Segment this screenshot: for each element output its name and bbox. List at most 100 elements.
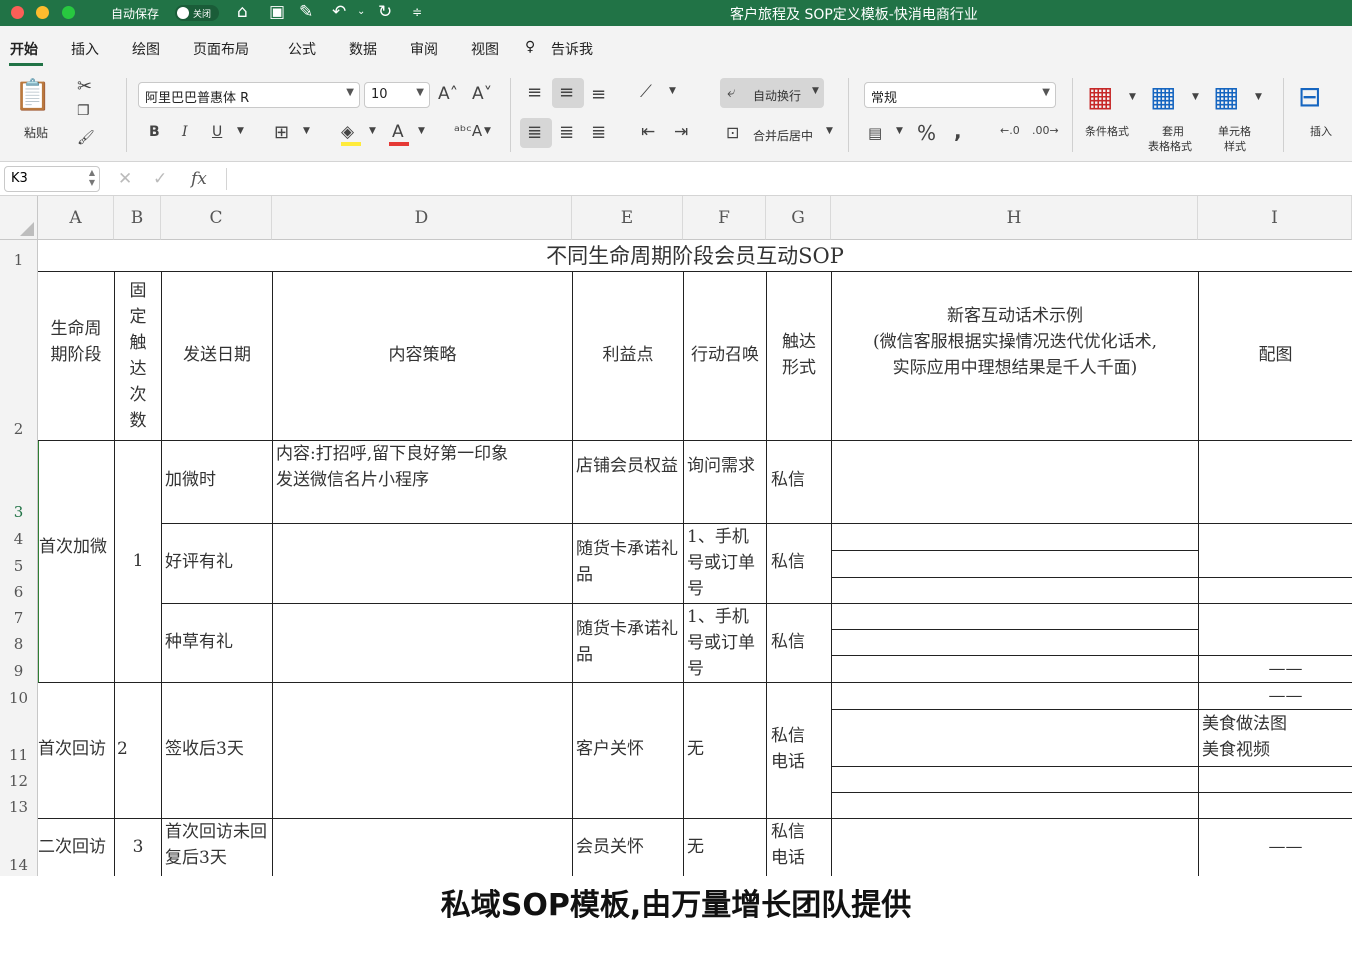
- insert-cells-icon[interactable]: ⊟: [1298, 80, 1321, 113]
- content-cell[interactable]: [273, 683, 573, 819]
- image-cell[interactable]: [1199, 441, 1352, 524]
- name-box[interactable]: K3 ▲ ▼: [4, 166, 100, 192]
- font-name-select[interactable]: 阿里巴巴普惠体 R ▼: [138, 82, 360, 108]
- sheet-title[interactable]: 不同生命周期阶段会员互动SOP: [38, 240, 1352, 272]
- tab-view[interactable]: 视图: [471, 39, 499, 59]
- row-header-6[interactable]: 6: [0, 577, 38, 603]
- spreadsheet-grid[interactable]: A B C D E F G H I 1 2 3 4 5 6 7 8 9 10 1…: [0, 196, 1352, 876]
- cut-icon[interactable]: ✂: [77, 76, 92, 97]
- decrease-font-icon[interactable]: A˅: [472, 84, 492, 104]
- increase-indent-icon[interactable]: ⇥: [674, 122, 688, 142]
- image-cell[interactable]: [1199, 578, 1352, 604]
- content-cell[interactable]: 内容:打招呼,留下良好第一印象 发送微信名片小程序: [273, 441, 573, 524]
- channel-cell[interactable]: 私信 电话: [767, 819, 832, 876]
- format-as-table-label-1[interactable]: 套用: [1162, 123, 1184, 139]
- chevron-down-icon[interactable]: ▼: [1255, 92, 1262, 102]
- align-center-icon[interactable]: ≣: [559, 122, 574, 143]
- chevron-down-icon[interactable]: ▼: [812, 86, 819, 96]
- close-window-button[interactable]: [11, 6, 24, 19]
- header-stage[interactable]: 生命周期阶段: [38, 272, 115, 441]
- stage-second-revisit[interactable]: 二次回访: [38, 819, 115, 876]
- row-header-9[interactable]: 9: [0, 655, 38, 682]
- format-as-table-label-2[interactable]: 表格格式: [1148, 138, 1192, 154]
- conditional-format-icon[interactable]: ▦: [1087, 80, 1113, 113]
- number-format-select[interactable]: 常规 ▼: [864, 82, 1056, 108]
- channel-cell[interactable]: 私信: [767, 441, 832, 524]
- benefit-cell[interactable]: 店铺会员权益: [573, 441, 684, 524]
- edit-icon[interactable]: ✎: [299, 2, 313, 22]
- image-cell[interactable]: ——: [1199, 656, 1352, 683]
- align-middle-icon[interactable]: ≡: [559, 82, 574, 103]
- cta-cell[interactable]: 无: [684, 683, 767, 819]
- align-right-icon[interactable]: ≣: [591, 122, 606, 143]
- copy-icon[interactable]: ❐: [77, 103, 90, 119]
- column-header-g[interactable]: G: [766, 196, 831, 240]
- row-header-14[interactable]: 14: [0, 818, 38, 876]
- column-header-d[interactable]: D: [272, 196, 572, 240]
- header-content[interactable]: 内容策略: [273, 272, 573, 441]
- date-cell[interactable]: 加微时: [162, 441, 273, 524]
- count-first-revisit[interactable]: 2: [115, 683, 162, 819]
- benefit-cell[interactable]: 客户关怀: [573, 683, 684, 819]
- tab-data[interactable]: 数据: [349, 39, 377, 59]
- cta-cell[interactable]: 1、手机号或订单号: [684, 604, 767, 683]
- chevron-down-icon[interactable]: ▼: [669, 86, 676, 96]
- stage-first-revisit[interactable]: 首次回访: [38, 683, 115, 819]
- bold-button[interactable]: B: [149, 124, 160, 140]
- row-header-8[interactable]: 8: [0, 629, 38, 655]
- row-header-7[interactable]: 7: [0, 603, 38, 629]
- insert-cells-label[interactable]: 插入: [1310, 123, 1332, 139]
- chevron-down-icon[interactable]: ▼: [1129, 92, 1136, 102]
- font-size-select[interactable]: 10 ▼: [364, 82, 430, 108]
- column-header-f[interactable]: F: [683, 196, 766, 240]
- image-cell[interactable]: [1199, 793, 1352, 819]
- tab-draw[interactable]: 绘图: [132, 39, 160, 59]
- script-cell[interactable]: [832, 578, 1199, 604]
- date-cell[interactable]: 签收后3天: [162, 683, 273, 819]
- count-first-add[interactable]: 1: [115, 441, 162, 683]
- row-header-4[interactable]: 4: [0, 523, 38, 550]
- decrease-decimal-icon[interactable]: .00→: [1032, 124, 1059, 137]
- chevron-down-icon[interactable]: ▼: [303, 126, 310, 136]
- column-header-e[interactable]: E: [572, 196, 683, 240]
- header-image[interactable]: 配图: [1199, 272, 1352, 441]
- image-cell[interactable]: [1199, 524, 1352, 578]
- cta-cell[interactable]: 询问需求: [684, 441, 767, 524]
- undo-dropdown-icon[interactable]: ⌄: [357, 2, 365, 22]
- select-all-button[interactable]: [0, 196, 38, 240]
- row-header-2[interactable]: 2: [0, 271, 38, 440]
- column-header-i[interactable]: I: [1198, 196, 1352, 240]
- italic-button[interactable]: I: [182, 124, 188, 140]
- confirm-entry-icon[interactable]: ✓: [153, 169, 167, 189]
- merge-center-icon[interactable]: ⊡: [726, 123, 739, 142]
- script-cell[interactable]: [832, 524, 1199, 551]
- tab-review[interactable]: 审阅: [410, 39, 438, 59]
- increase-decimal-icon[interactable]: ←.0: [1000, 124, 1020, 137]
- script-cell[interactable]: [832, 767, 1199, 793]
- benefit-cell[interactable]: 会员关怀: [573, 819, 684, 876]
- column-header-c[interactable]: C: [161, 196, 272, 240]
- tab-page-layout[interactable]: 页面布局: [193, 39, 249, 59]
- tab-insert[interactable]: 插入: [71, 39, 99, 59]
- chevron-down-icon[interactable]: ▼: [237, 126, 244, 136]
- content-cell[interactable]: [273, 819, 573, 876]
- cell-styles-icon[interactable]: ▦: [1213, 80, 1239, 113]
- align-bottom-icon[interactable]: ≡: [591, 84, 606, 105]
- content-cell[interactable]: [273, 524, 573, 604]
- cta-cell[interactable]: 无: [684, 819, 767, 876]
- conditional-format-label[interactable]: 条件格式: [1085, 123, 1129, 139]
- undo-icon[interactable]: ↶: [332, 2, 346, 22]
- format-as-table-icon[interactable]: ▦: [1150, 80, 1176, 113]
- accounting-format-icon[interactable]: ▤: [868, 124, 882, 142]
- header-cta[interactable]: 行动召唤: [684, 272, 767, 441]
- image-cell[interactable]: [1199, 767, 1352, 793]
- chevron-down-icon[interactable]: ▼: [418, 126, 425, 136]
- script-cell[interactable]: [832, 683, 1199, 710]
- image-cell[interactable]: ——: [1199, 683, 1352, 710]
- channel-cell[interactable]: 私信: [767, 524, 832, 604]
- benefit-cell[interactable]: 随货卡承诺礼品: [573, 524, 684, 604]
- stepper-icon[interactable]: ▲ ▼: [89, 168, 95, 188]
- redo-icon[interactable]: ↻: [378, 2, 392, 22]
- script-cell[interactable]: [832, 710, 1199, 767]
- tab-formulas[interactable]: 公式: [288, 39, 316, 59]
